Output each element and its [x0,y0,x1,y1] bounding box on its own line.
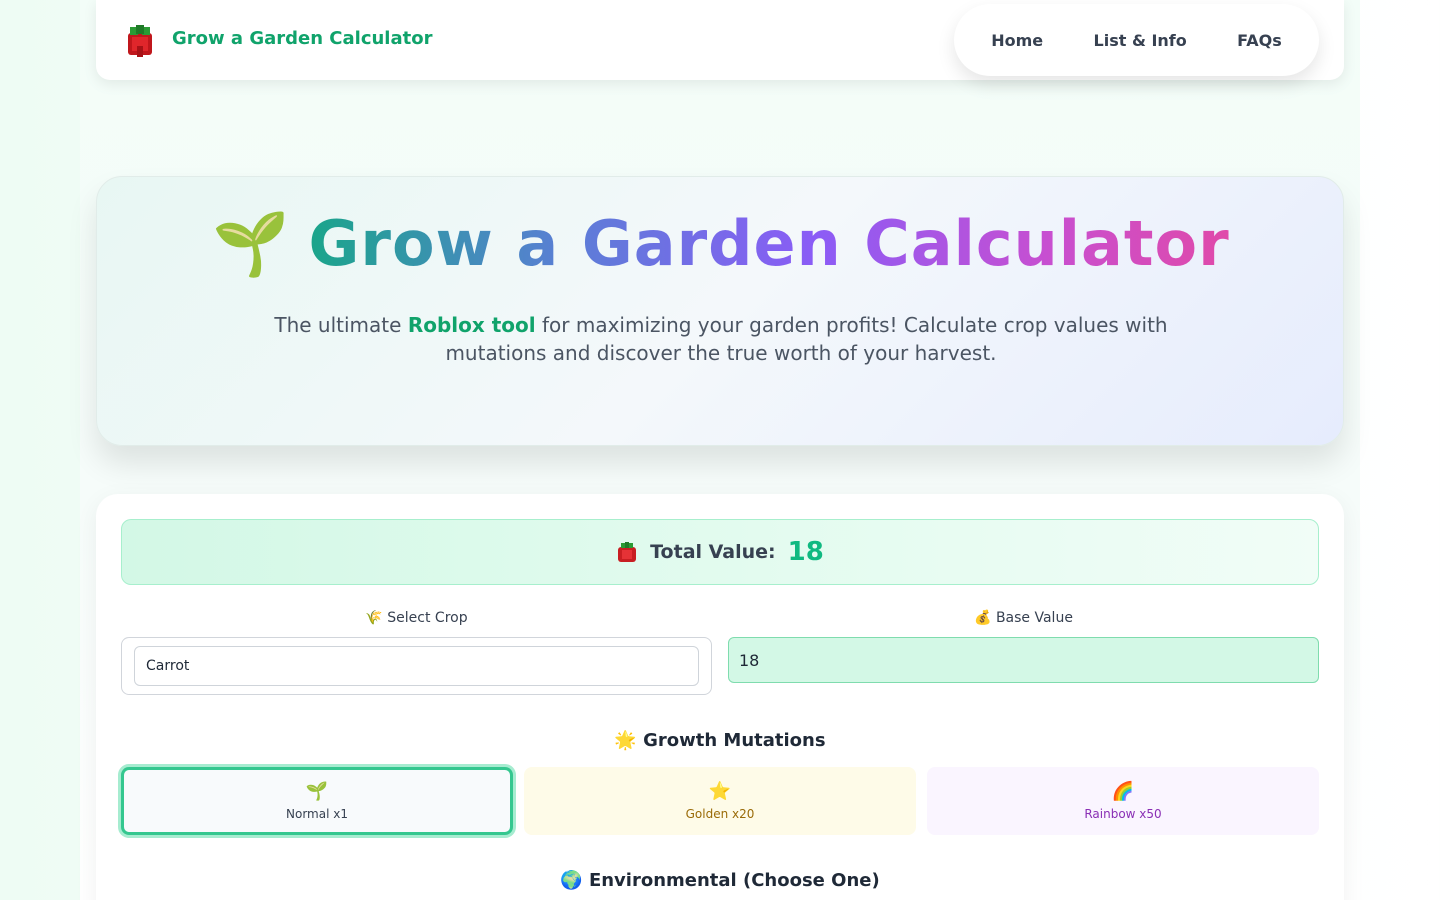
mutation-rainbow-button[interactable]: 🌈 Rainbow x50 [927,767,1319,835]
environmental-mutations-title: 🌍 Environmental (Choose One) [560,870,880,891]
hero-title: 🌱 Grow a Garden Calculator [97,207,1345,281]
hero-subtitle-start: The ultimate [274,313,408,337]
nav-list-info-link[interactable]: List & Info [1088,23,1193,58]
mutation-normal-label: Normal x1 [286,807,348,821]
hero-banner: 🌱 Grow a Garden Calculator The ultimate R… [96,176,1344,446]
hero-subtitle-highlight: Roblox tool [407,313,536,337]
hero-title-text: Grow a Garden Calculator [308,207,1230,280]
mutation-golden-label: Golden x20 [685,807,755,821]
total-value-amount: 18 [787,537,824,567]
brand-name[interactable]: Grow a Garden Calculator [172,28,432,49]
calculator-card: Total Value: 18 🌾 Select Crop 💰 Base Val… [96,494,1344,900]
base-value-field[interactable] [728,637,1319,683]
hero-subtitle-end: for maximizing your garden profits! Calc… [445,313,1168,365]
site-header: Grow a Garden Calculator Home List & Inf… [96,0,1344,80]
rainbow-icon: 🌈 [1111,781,1135,802]
main-nav: Home List & Info FAQs [954,4,1319,76]
growth-mutations-title: 🌟 Growth Mutations [614,730,826,751]
mutation-normal-button[interactable]: 🌱 Normal x1 [121,767,513,835]
total-value-label: Total Value: [650,541,776,563]
mutation-rainbow-label: Rainbow x50 [1084,807,1162,821]
crop-select-container [121,637,712,695]
base-value-label: 💰 Base Value [974,610,1073,626]
seedling-icon: 🌱 [212,207,291,280]
select-crop-label: 🌾 Select Crop [365,610,468,626]
mutation-golden-button[interactable]: ⭐ Golden x20 [524,767,916,835]
total-value-banner: Total Value: 18 [121,519,1319,585]
star-icon: ⭐ [708,781,732,802]
hero-subtitle: The ultimate Roblox tool for maximizing … [247,311,1195,367]
crop-select-input[interactable] [134,646,699,686]
seedling-icon: 🌱 [305,781,329,802]
nav-home-link[interactable]: Home [985,23,1049,58]
nav-faqs-link[interactable]: FAQs [1231,23,1288,58]
strawberry-block-icon[interactable] [124,24,156,58]
tomato-icon [618,542,637,562]
